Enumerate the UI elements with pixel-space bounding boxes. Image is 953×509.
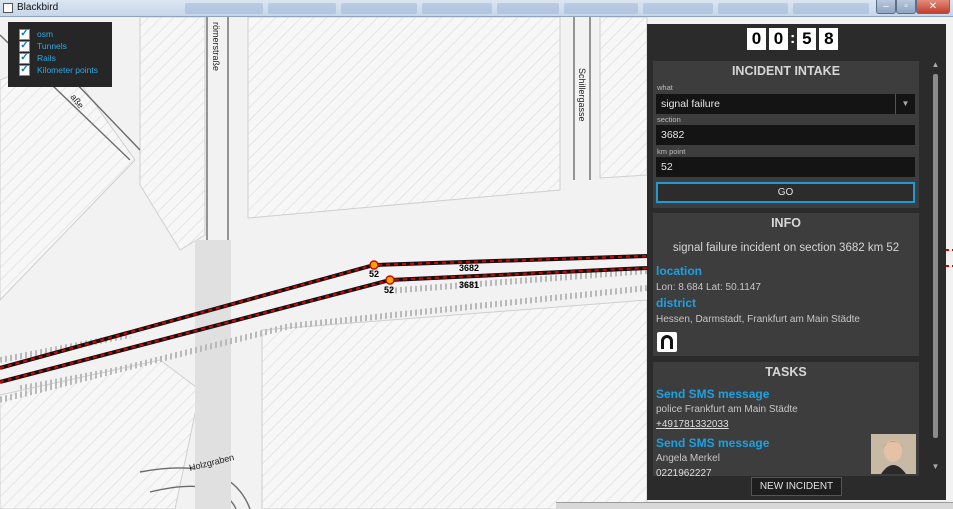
location-value: Lon: 8.684 Lat: 50.1147 (656, 282, 761, 293)
title-bar: Blackbird – ▫ ✕ (0, 0, 953, 17)
street-label: römerstraße (211, 22, 221, 71)
chevron-down-icon[interactable]: ▼ (895, 94, 915, 114)
go-button[interactable]: GO (656, 182, 915, 203)
tasks-title: TASKS (765, 365, 807, 379)
section-input[interactable]: 3682 (656, 125, 915, 145)
what-select[interactable]: signal failure ▼ (656, 94, 915, 114)
background-tab (341, 3, 417, 14)
km-point-label: 52 (369, 269, 379, 279)
section-label: section (657, 115, 681, 124)
building-block (247, 17, 561, 219)
km-point-label: km point (657, 147, 686, 156)
district-value: Hessen, Darmstadt, Frankfurt am Main Stä… (656, 314, 860, 325)
street-label: Schillergasse (577, 68, 587, 122)
tasks-box: TASKS Send SMS message police Frankfurt … (653, 362, 919, 476)
checkbox-rails[interactable]: ✓ (19, 52, 30, 64)
building-block (261, 299, 648, 509)
layer-label: Tunnels (37, 41, 67, 51)
layer-label: osm (37, 29, 54, 39)
maximize-button[interactable]: ▫ (896, 0, 916, 14)
what-select-value: signal failure (661, 98, 720, 110)
timer-digit: 0 (747, 28, 766, 50)
scroll-down-icon[interactable]: ▼ (930, 462, 941, 472)
elapsed-timer: 0 0 : 5 8 (747, 28, 841, 50)
checkbox-kilometer-points[interactable]: ✓ (19, 64, 30, 76)
layer-label: Rails (37, 53, 56, 63)
incident-intake-box: INCIDENT INTAKE what signal failure ▼ se… (653, 61, 919, 208)
blackbird-app: Blackbird – ▫ ✕ römerstraße Schillergass… (0, 0, 953, 509)
task-recipient: police Frankfurt am Main Städte (656, 404, 798, 415)
layer-row-osm[interactable]: ✓ osm (19, 28, 112, 40)
new-incident-button[interactable]: NEW INCIDENT (751, 477, 842, 496)
minimize-button[interactable]: – (876, 0, 896, 14)
background-tab (564, 3, 638, 14)
timer-digit: 0 (769, 28, 788, 50)
layer-row-kilometer-points[interactable]: ✓ Kilometer points (19, 64, 112, 76)
location-heading[interactable]: location (656, 264, 702, 278)
background-tab (497, 3, 559, 14)
send-sms-link[interactable]: Send SMS message (656, 387, 769, 401)
tunnel-icon[interactable] (657, 332, 677, 352)
layer-switcher: ✓ osm ✓ Tunnels ✓ Rails ✓ Kilometer poin… (8, 22, 112, 87)
background-tab (185, 3, 263, 14)
timer-digit: 5 (797, 28, 817, 50)
timer-digit: 8 (819, 28, 839, 50)
background-tab (422, 3, 492, 14)
km-point-marker[interactable] (369, 260, 379, 270)
panel-scrollbar[interactable]: ▲ ▼ (930, 60, 941, 472)
send-sms-link[interactable]: Send SMS message (656, 436, 769, 450)
avatar (871, 434, 916, 474)
km-point-marker[interactable] (385, 275, 395, 285)
checkbox-osm[interactable]: ✓ (19, 28, 30, 40)
section-label: 3682 (459, 263, 479, 273)
district-heading[interactable]: district (656, 296, 696, 310)
task-recipient: Angela Merkel (656, 453, 720, 464)
task-phone-link[interactable]: 0221962227 (656, 468, 712, 476)
section-label: 3681 (459, 280, 479, 290)
layer-row-rails[interactable]: ✓ Rails (19, 52, 112, 64)
background-tab (268, 3, 336, 14)
layer-row-tunnels[interactable]: ✓ Tunnels (19, 40, 112, 52)
scroll-thumb[interactable] (933, 74, 938, 438)
scroll-up-icon[interactable]: ▲ (930, 60, 941, 70)
km-point-input[interactable]: 52 (656, 157, 915, 177)
intake-title: INCIDENT INTAKE (731, 64, 841, 78)
km-point-label: 52 (384, 285, 394, 295)
background-tab (718, 3, 788, 14)
task-phone-link[interactable]: +491781332033 (656, 419, 729, 430)
background-tab (643, 3, 713, 14)
building-block (599, 17, 648, 179)
taskbar-strip (556, 502, 953, 509)
info-title: INFO (771, 216, 801, 230)
layer-label: Kilometer points (37, 65, 98, 75)
timer-separator: : (790, 30, 796, 47)
incident-summary: signal failure incident on section 3682 … (672, 242, 900, 254)
checkbox-tunnels[interactable]: ✓ (19, 40, 30, 52)
info-box: INFO signal failure incident on section … (653, 213, 919, 356)
window-title: Blackbird (17, 2, 59, 13)
app-icon (3, 3, 13, 13)
background-tab (793, 3, 869, 14)
incident-panel: 0 0 : 5 8 INCIDENT INTAKE what signal fa… (647, 24, 946, 500)
close-button[interactable]: ✕ (916, 0, 950, 14)
what-label: what (657, 83, 673, 92)
